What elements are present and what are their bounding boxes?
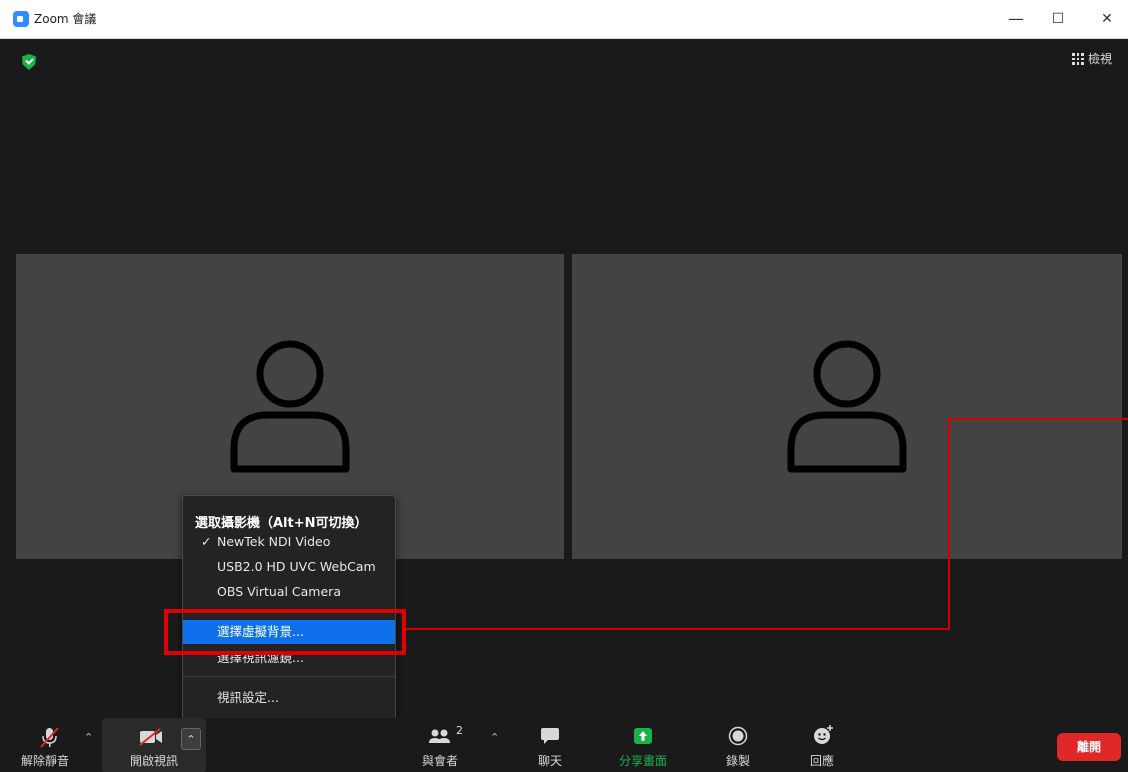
chat-label: 聊天: [537, 754, 562, 768]
video-options-caret-icon[interactable]: ⌃: [181, 728, 201, 750]
reactions-label: 回應: [809, 754, 834, 768]
participants-button[interactable]: 2 與會者: [404, 718, 476, 772]
view-button[interactable]: 檢視: [1072, 50, 1112, 68]
view-label: 檢視: [1088, 52, 1113, 66]
unmute-button[interactable]: 解除靜音: [0, 718, 90, 772]
zoom-app-icon: [13, 11, 29, 27]
meeting-toolbar: 解除靜音 ⌃ 開啟視訊 ⌃ 2 與會者 ⌃ 聊天 分享畫面 錄製 回應: [0, 718, 1128, 772]
camera-option-usb[interactable]: USB2.0 HD UVC WebCam: [183, 555, 395, 579]
menu-item-video-settings[interactable]: 視訊設定...: [183, 686, 395, 710]
camera-option-label: OBS Virtual Camera: [217, 584, 341, 599]
camera-option-label: NewTek NDI Video: [217, 534, 331, 549]
camera-menu-header: 選取攝影機（Alt+N可切換）: [195, 516, 368, 531]
annotation-line: [948, 418, 1128, 420]
grid-view-icon: [1072, 53, 1084, 65]
checkmark-icon: ✓: [201, 534, 212, 549]
title-bar: Zoom 會議 — ☐ ✕: [0, 0, 1128, 39]
annotation-line: [948, 418, 950, 630]
reactions-button[interactable]: 回應: [792, 718, 852, 772]
annotation-line: [406, 628, 949, 630]
record-icon: [728, 726, 748, 746]
record-label: 錄製: [725, 754, 750, 768]
share-screen-label: 分享畫面: [618, 754, 667, 768]
add-reaction-icon: [814, 725, 833, 744]
participants-label: 與會者: [421, 754, 458, 768]
security-shield-icon[interactable]: [22, 54, 36, 70]
muted-microphone-icon: [40, 727, 59, 748]
chat-bubble-icon: [541, 728, 559, 744]
unmute-label: 解除靜音: [20, 754, 69, 768]
camera-option-label: USB2.0 HD UVC WebCam: [217, 559, 376, 574]
video-off-icon: [139, 728, 162, 746]
audio-options-caret-icon[interactable]: ⌃: [84, 731, 93, 744]
camera-option-obs[interactable]: OBS Virtual Camera: [183, 580, 395, 604]
camera-option-newtek[interactable]: ✓ NewTek NDI Video: [183, 530, 395, 554]
minimize-button[interactable]: —: [1002, 6, 1030, 32]
close-button[interactable]: ✕: [1093, 6, 1121, 32]
record-button[interactable]: 錄製: [708, 718, 768, 772]
participant-tile-2[interactable]: [572, 254, 1122, 559]
chat-button[interactable]: 聊天: [520, 718, 580, 772]
share-screen-button[interactable]: 分享畫面: [608, 718, 678, 772]
participants-options-caret-icon[interactable]: ⌃: [490, 731, 499, 744]
camera-menu: 選取攝影機（Alt+N可切換） ✓ NewTek NDI Video USB2.…: [182, 495, 396, 720]
maximize-button[interactable]: ☐: [1044, 6, 1072, 32]
avatar-placeholder-icon: [787, 340, 907, 472]
menu-separator: [183, 676, 395, 677]
participants-count: 2: [456, 724, 463, 737]
share-screen-icon: [634, 728, 652, 744]
annotation-highlight-box: [164, 609, 406, 655]
participants-icon: [429, 729, 450, 743]
avatar-placeholder-icon: [230, 340, 350, 472]
start-video-label: 開啟視訊: [129, 754, 178, 768]
window-title: Zoom 會議: [34, 12, 97, 26]
leave-button[interactable]: 離開: [1057, 733, 1121, 761]
